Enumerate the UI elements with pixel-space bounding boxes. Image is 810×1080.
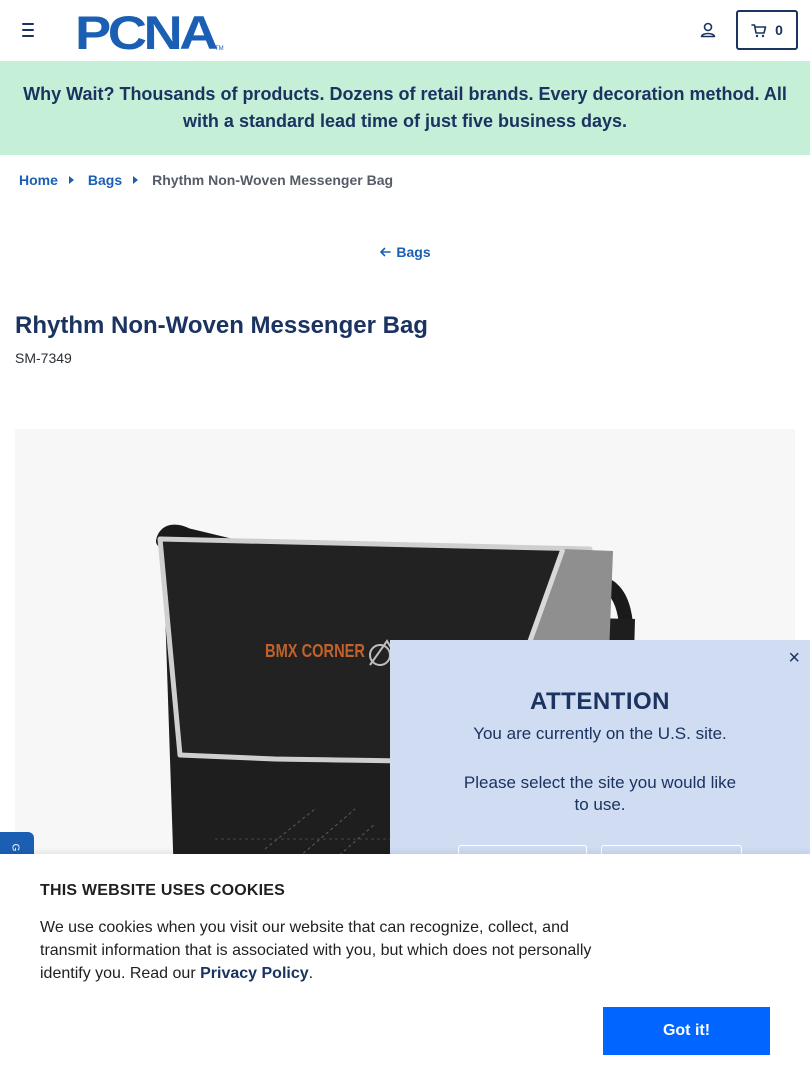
breadcrumb-current: Rhythm Non-Woven Messenger Bag: [152, 172, 394, 188]
back-link-label: Bags: [396, 244, 431, 260]
product-title: Rhythm Non-Woven Messenger Bag: [15, 312, 428, 339]
cart-count: 0: [775, 22, 783, 38]
privacy-policy-link[interactable]: Privacy Policy: [200, 965, 309, 982]
logo-trademark: TM: [215, 46, 224, 52]
breadcrumb-arrow-icon: [133, 176, 139, 184]
cookie-banner: THIS WEBSITE USES COOKIES We use cookies…: [0, 854, 810, 1080]
popup-prompt: Please select the site you would like to…: [463, 773, 737, 814]
popup-subtitle: You are currently on the U.S. site.: [473, 724, 727, 743]
breadcrumb-arrow-icon: [68, 176, 74, 184]
pcna-logo[interactable]: PCNA TM: [75, 6, 225, 59]
promo-text: Why Wait? Thousands of products. Dozens …: [23, 84, 787, 131]
promo-banner: Why Wait? Thousands of products. Dozens …: [0, 61, 810, 155]
site-selector-popup: × ATTENTION You are currently on the U.S…: [390, 640, 810, 885]
cookie-body: We use cookies when you visit our websit…: [40, 919, 592, 982]
back-to-category-link[interactable]: Bags: [0, 244, 810, 260]
product-sku: SM-7349: [15, 350, 72, 366]
close-icon[interactable]: ×: [788, 648, 800, 668]
popup-title: ATTENTION: [529, 688, 671, 715]
breadcrumb-home[interactable]: Home: [19, 172, 58, 188]
breadcrumb: Home Bags Rhythm Non-Woven Messenger Bag: [19, 172, 393, 188]
account-icon[interactable]: [698, 20, 718, 40]
cookie-text: We use cookies when you visit our websit…: [40, 916, 605, 985]
logo-wordmark: PCNA: [75, 10, 217, 52]
bag-imprint-text: BMX CORNER: [265, 641, 365, 661]
breadcrumb-bags[interactable]: Bags: [88, 172, 122, 188]
accept-cookies-button[interactable]: Got it!: [603, 1007, 770, 1055]
hamburger-menu-icon[interactable]: [18, 20, 40, 40]
arrow-left-icon: [380, 247, 392, 257]
cookie-title: THIS WEBSITE USES COOKIES: [40, 882, 286, 899]
page: PCNA TM 0 Why Wait? Thousands of product…: [0, 0, 810, 1080]
cart-icon: [751, 23, 767, 37]
cart-button[interactable]: 0: [736, 10, 798, 50]
cookie-period: .: [308, 965, 314, 982]
site-header: PCNA TM 0: [0, 0, 810, 61]
side-tab-glyph: G: [9, 843, 21, 852]
